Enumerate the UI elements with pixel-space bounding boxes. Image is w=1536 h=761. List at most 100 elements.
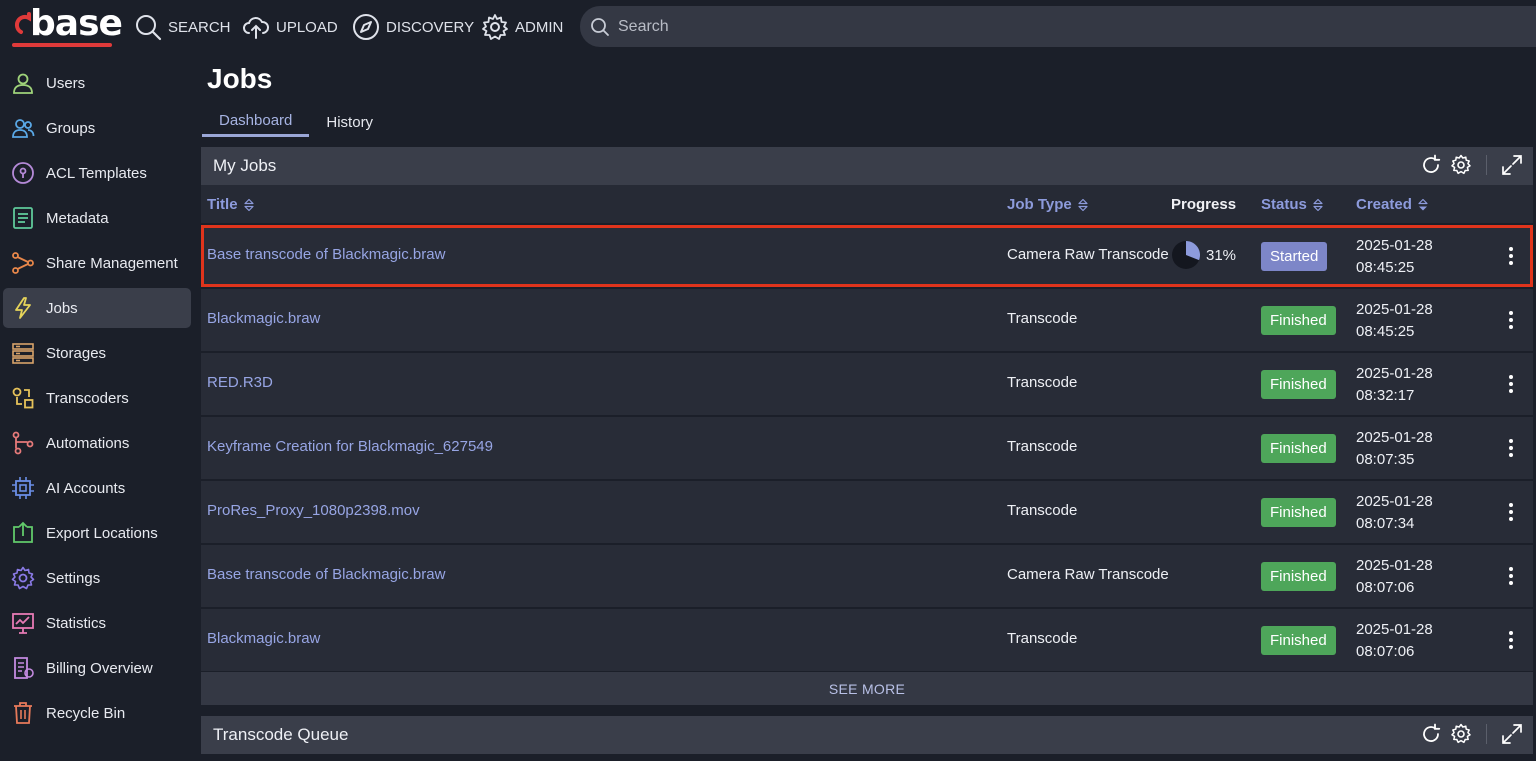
server-icon bbox=[12, 343, 34, 364]
created-date: 2025-01-28 bbox=[1356, 493, 1433, 510]
job-title-link[interactable]: Blackmagic.braw bbox=[207, 310, 320, 327]
nav-upload[interactable]: UPLOAD bbox=[242, 12, 338, 42]
gear-icon[interactable] bbox=[1450, 723, 1472, 745]
tab-dashboard[interactable]: Dashboard bbox=[202, 107, 310, 137]
job-type: Camera Raw Transcode bbox=[1007, 566, 1169, 583]
table-row[interactable]: Blackmagic.braw Transcode Finished 2025-… bbox=[201, 289, 1533, 351]
sidebar-item-groups[interactable]: Groups bbox=[3, 108, 191, 148]
job-type: Transcode bbox=[1007, 374, 1078, 391]
panel-title: Transcode Queue bbox=[213, 725, 349, 744]
tab-history[interactable]: History bbox=[309, 107, 390, 137]
row-menu-button[interactable] bbox=[1501, 434, 1521, 462]
status-badge: Finished bbox=[1261, 562, 1336, 591]
panel-title: My Jobs bbox=[213, 156, 277, 175]
sidebar-item-ai-accounts[interactable]: AI Accounts bbox=[3, 468, 191, 508]
export-icon bbox=[13, 521, 33, 543]
created-timestamp: 2025-01-28 08:07:06 bbox=[1356, 555, 1433, 599]
nav-search-label: SEARCH bbox=[168, 18, 231, 36]
created-time: 08:45:25 bbox=[1356, 259, 1415, 276]
table-row[interactable]: RED.R3D Transcode Finished 2025-01-28 08… bbox=[201, 353, 1533, 415]
column-label: Status bbox=[1261, 196, 1307, 213]
sidebar-item-label: Share Management bbox=[46, 254, 178, 272]
global-search[interactable] bbox=[580, 6, 1536, 47]
trash-icon bbox=[14, 702, 32, 724]
column-created[interactable]: Created bbox=[1356, 196, 1428, 213]
created-time: 08:45:25 bbox=[1356, 323, 1415, 340]
nav-discovery[interactable]: DISCOVERY bbox=[352, 12, 474, 42]
nav-admin-label: ADMIN bbox=[515, 18, 564, 36]
job-title-link[interactable]: RED.R3D bbox=[207, 374, 273, 391]
job-title-link[interactable]: ProRes_Proxy_1080p2398.mov bbox=[207, 502, 420, 519]
created-time: 08:07:35 bbox=[1356, 451, 1415, 468]
column-title[interactable]: Title bbox=[207, 196, 254, 213]
sidebar-item-export-locations[interactable]: Export Locations bbox=[3, 513, 191, 553]
sidebar-item-label: Recycle Bin bbox=[46, 704, 126, 722]
status-badge: Finished bbox=[1261, 498, 1336, 527]
column-progress: Progress bbox=[1171, 196, 1236, 213]
status-badge: Finished bbox=[1261, 370, 1336, 399]
row-menu-button[interactable] bbox=[1501, 242, 1521, 270]
job-type: Transcode bbox=[1007, 310, 1078, 327]
created-time: 08:32:17 bbox=[1356, 387, 1415, 404]
job-title-link[interactable]: Keyframe Creation for Blackmagic_627549 bbox=[207, 438, 493, 455]
cloud-upload-icon bbox=[243, 17, 269, 39]
divider bbox=[1486, 155, 1487, 175]
transcode-icon bbox=[12, 387, 34, 409]
status-badge: Finished bbox=[1261, 306, 1336, 335]
sidebar-item-settings[interactable]: Settings bbox=[3, 558, 191, 598]
table-row[interactable]: Keyframe Creation for Blackmagic_627549 … bbox=[201, 417, 1533, 479]
job-title-link[interactable]: Base transcode of Blackmagic.braw bbox=[207, 566, 445, 583]
job-title-link[interactable]: Blackmagic.braw bbox=[207, 630, 320, 647]
panel-tools bbox=[1420, 723, 1523, 745]
sidebar-item-billing-overview[interactable]: Billing Overview bbox=[3, 648, 191, 688]
sidebar-item-transcoders[interactable]: Transcoders bbox=[3, 378, 191, 418]
row-menu-button[interactable] bbox=[1501, 306, 1521, 334]
table-row[interactable]: Base transcode of Blackmagic.braw Camera… bbox=[201, 545, 1533, 607]
base-logo[interactable]: base bbox=[8, 6, 123, 47]
sidebar-item-acl-templates[interactable]: ACL Templates bbox=[3, 153, 191, 193]
chip-icon bbox=[12, 477, 34, 499]
column-label: Progress bbox=[1171, 196, 1237, 213]
sort-icon bbox=[1313, 198, 1323, 211]
gear-icon[interactable] bbox=[1450, 154, 1472, 176]
created-date: 2025-01-28 bbox=[1356, 237, 1433, 254]
top-bar: base SEARCH UPLOAD DISCOVERY ADMIN bbox=[0, 0, 1536, 55]
sidebar-item-metadata[interactable]: Metadata bbox=[3, 198, 191, 238]
table-row[interactable]: Base transcode of Blackmagic.braw Camera… bbox=[201, 225, 1533, 287]
column-label: Job Type bbox=[1007, 196, 1072, 213]
sidebar-item-users[interactable]: Users bbox=[3, 63, 191, 103]
job-title-link[interactable]: Base transcode of Blackmagic.braw bbox=[207, 246, 445, 263]
expand-icon[interactable] bbox=[1501, 154, 1523, 176]
nav-admin[interactable]: ADMIN bbox=[481, 12, 563, 42]
column-status[interactable]: Status bbox=[1261, 196, 1323, 213]
sidebar-item-storages[interactable]: Storages bbox=[3, 333, 191, 373]
refresh-icon[interactable] bbox=[1420, 154, 1442, 176]
column-job-type[interactable]: Job Type bbox=[1007, 196, 1088, 213]
sidebar-item-statistics[interactable]: Statistics bbox=[3, 603, 191, 643]
row-menu-button[interactable] bbox=[1501, 562, 1521, 590]
flow-icon bbox=[12, 431, 34, 455]
sidebar-item-recycle-bin[interactable]: Recycle Bin bbox=[3, 693, 191, 733]
expand-icon[interactable] bbox=[1501, 723, 1523, 745]
sidebar-item-label: Storages bbox=[46, 344, 107, 362]
sidebar-item-automations[interactable]: Automations bbox=[3, 423, 191, 463]
sidebar-item-label: Metadata bbox=[46, 209, 109, 227]
created-timestamp: 2025-01-28 08:32:17 bbox=[1356, 363, 1433, 407]
logo-underline bbox=[12, 43, 112, 47]
sidebar-item-label: Jobs bbox=[46, 299, 78, 317]
nav-search[interactable]: SEARCH bbox=[134, 12, 231, 42]
lock-circle-icon bbox=[12, 162, 34, 184]
see-more-button[interactable]: SEE MORE bbox=[201, 672, 1533, 705]
row-menu-button[interactable] bbox=[1501, 626, 1521, 654]
refresh-icon[interactable] bbox=[1420, 723, 1442, 745]
search-input[interactable] bbox=[618, 17, 1418, 36]
column-label: Created bbox=[1356, 196, 1412, 213]
table-row[interactable]: Blackmagic.braw Transcode Finished 2025-… bbox=[201, 609, 1533, 671]
row-menu-button[interactable] bbox=[1501, 370, 1521, 398]
sidebar-item-share-management[interactable]: Share Management bbox=[3, 243, 191, 283]
job-type: Transcode bbox=[1007, 630, 1078, 647]
sidebar-item-label: ACL Templates bbox=[46, 164, 147, 182]
sidebar-item-jobs[interactable]: Jobs bbox=[3, 288, 191, 328]
row-menu-button[interactable] bbox=[1501, 498, 1521, 526]
table-row[interactable]: ProRes_Proxy_1080p2398.mov Transcode Fin… bbox=[201, 481, 1533, 543]
